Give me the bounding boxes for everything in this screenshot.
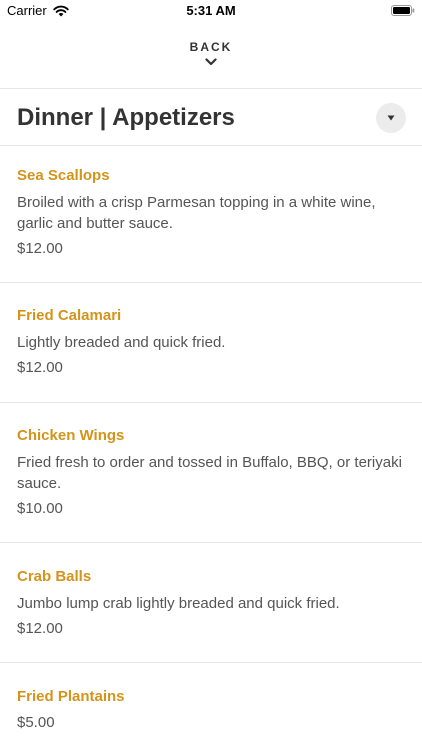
item-price: $10.00: [17, 500, 63, 517]
battery-icon: [391, 5, 415, 16]
item-name: Fried Calamari: [17, 307, 122, 324]
status-time: 5:31 AM: [186, 3, 236, 18]
caret-down-icon: [387, 115, 395, 121]
item-name: Sea Scallops: [17, 167, 110, 184]
item-description: Jumbo lump crab lightly breaded and quic…: [17, 595, 340, 612]
divider: [0, 88, 422, 89]
divider: [0, 402, 422, 403]
item-name: Chicken Wings: [17, 427, 125, 444]
item-description: Broiled with a crisp Parmesan topping in…: [17, 194, 376, 232]
divider: [0, 542, 422, 543]
item-price: $12.00: [17, 240, 63, 257]
menu-item-chicken-wings[interactable]: Chicken Wings Fried fresh to order and t…: [0, 426, 422, 542]
page-title: Dinner | Appetizers: [17, 104, 235, 131]
item-name: Fried Plantains: [17, 688, 125, 705]
category-dropdown-button[interactable]: [376, 103, 406, 133]
status-bar: Carrier 5:31 AM: [0, 0, 422, 22]
menu-item-fried-plantains[interactable]: Fried Plantains $5.00: [0, 687, 422, 747]
back-label: BACK: [189, 40, 233, 54]
back-button[interactable]: BACK: [0, 40, 422, 76]
item-price: $12.00: [17, 359, 63, 376]
item-name: Crab Balls: [17, 568, 92, 585]
menu-item-fried-calamari[interactable]: Fried Calamari Lightly breaded and quick…: [0, 306, 422, 402]
divider: [0, 662, 422, 663]
menu-item-crab-balls[interactable]: Crab Balls Jumbo lump crab lightly bread…: [0, 567, 422, 663]
menu-item-sea-scallops[interactable]: Sea Scallops Broiled with a crisp Parmes…: [0, 166, 422, 282]
item-description: Fried fresh to order and tossed in Buffa…: [17, 454, 402, 492]
item-description: Lightly breaded and quick fried.: [17, 334, 226, 351]
item-price: $5.00: [17, 714, 55, 731]
divider: [0, 282, 422, 283]
chevron-down-icon: [205, 58, 217, 66]
item-price: $12.00: [17, 620, 63, 637]
divider: [0, 145, 422, 146]
